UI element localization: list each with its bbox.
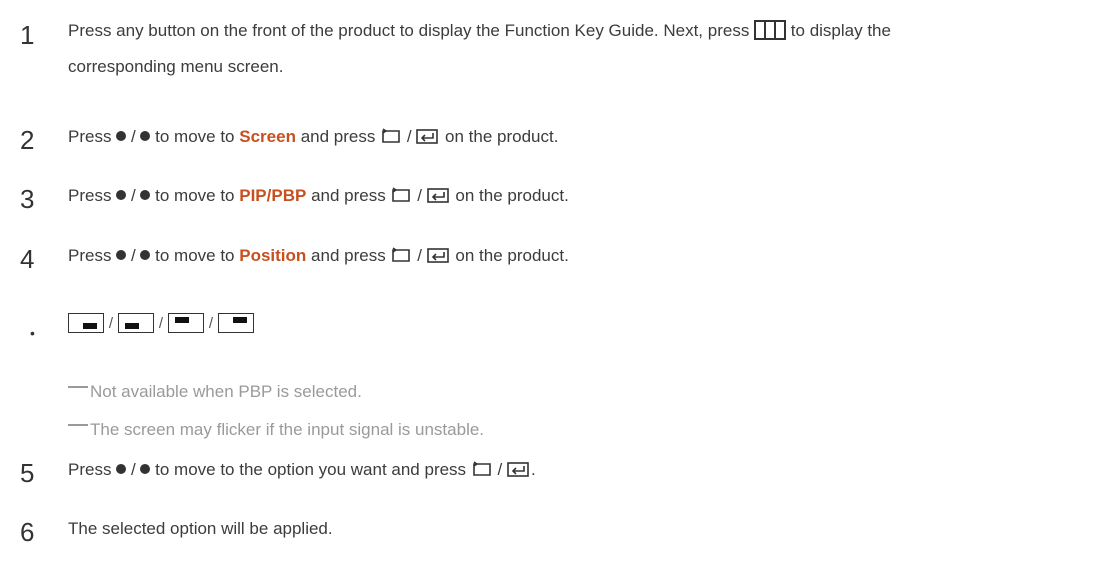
pip-bottom-left-icon: [118, 313, 154, 333]
step-number: 1: [20, 20, 35, 50]
dot-button-icon: [116, 463, 127, 474]
step-text: Press any button on the front of the pro…: [68, 19, 891, 40]
step-number: 5: [20, 458, 35, 488]
step-text: Press / to move to Position and press / …: [68, 246, 569, 265]
enter-icon: [426, 247, 449, 263]
dash-icon: [68, 386, 88, 388]
dash-icon: [68, 424, 88, 426]
menu-target: Position: [239, 246, 307, 265]
separator: /: [158, 314, 164, 332]
step-text: The selected option will be applied.: [68, 519, 333, 538]
return-icon: [472, 460, 491, 476]
separator: /: [108, 314, 114, 332]
step-number: 2: [20, 125, 35, 155]
step-text: Press / to move to Screen and press / on…: [68, 127, 559, 146]
step-number: 6: [20, 517, 35, 547]
separator: /: [208, 314, 214, 332]
return-icon: [392, 246, 411, 262]
dot-button-icon: [140, 463, 151, 474]
pip-top-left-icon: [168, 313, 204, 333]
enter-icon: [507, 461, 529, 477]
pip-top-right-icon: [218, 313, 254, 333]
return-icon: [392, 186, 411, 202]
step-number: 4: [20, 244, 35, 274]
menu-target: Screen: [239, 127, 296, 146]
dot-button-icon: [116, 130, 127, 141]
enter-icon: [426, 187, 449, 203]
position-options: / / /: [68, 313, 254, 337]
step-text-continued: corresponding menu screen.: [68, 57, 284, 76]
step-text: Press / to move to PIP/PBP and press / o…: [68, 186, 569, 205]
step-text: Press / to move to the option you want a…: [68, 460, 536, 479]
note: The screen may flicker if the input sign…: [68, 420, 484, 440]
menu-grid-icon: [754, 19, 787, 40]
pip-bottom-right-icon: [68, 313, 104, 333]
return-icon: [382, 127, 400, 143]
dot-button-icon: [140, 130, 151, 141]
dot-button-icon: [116, 249, 127, 260]
enter-icon: [416, 128, 439, 144]
dot-button-icon: [140, 189, 151, 200]
dot-button-icon: [116, 189, 127, 200]
step-number: 3: [20, 184, 35, 214]
note: Not available when PBP is selected.: [68, 382, 362, 402]
dot-button-icon: [140, 249, 151, 260]
bullet: •: [30, 325, 35, 341]
menu-target: PIP/PBP: [239, 186, 307, 205]
